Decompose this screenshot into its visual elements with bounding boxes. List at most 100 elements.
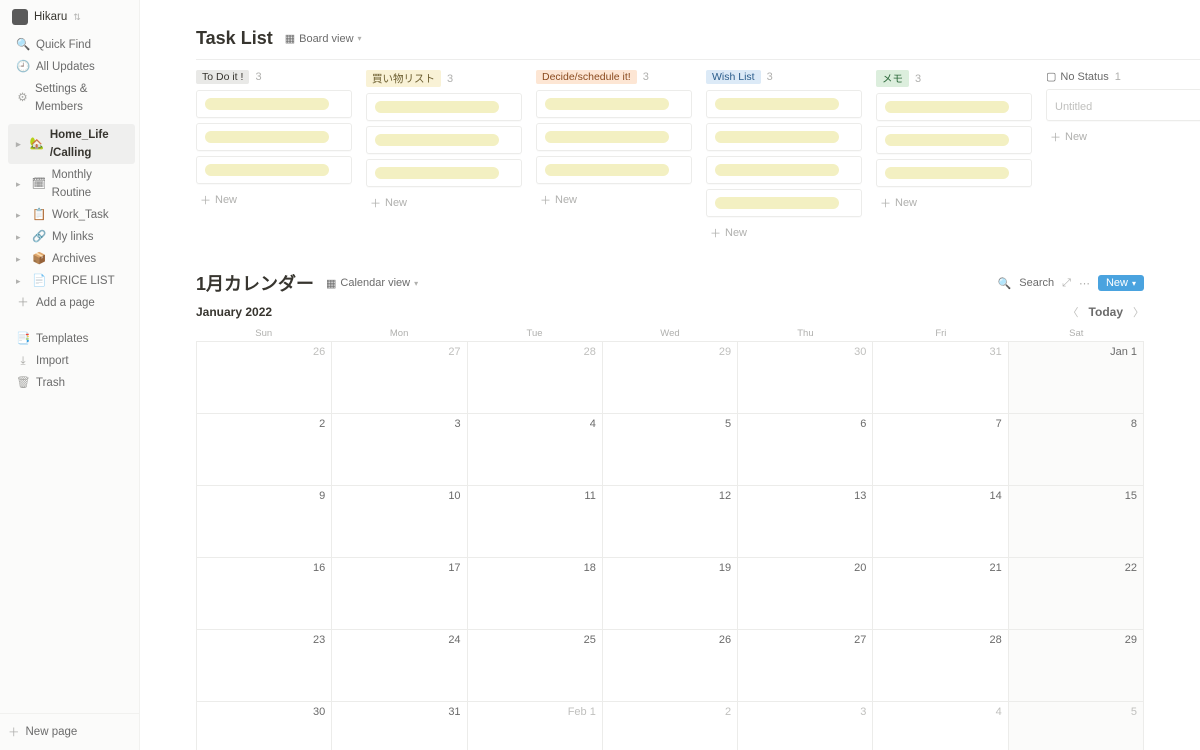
add-card-button[interactable]: ＋New bbox=[196, 189, 352, 211]
calendar-view-selector[interactable]: ▦ Calendar view ▾ bbox=[322, 275, 422, 292]
calendar-cell[interactable]: 17 bbox=[332, 558, 467, 630]
calendar-cell[interactable]: 21 bbox=[873, 558, 1008, 630]
caret-icon[interactable]: ▸ bbox=[16, 175, 26, 193]
calendar-cell[interactable]: 16 bbox=[197, 558, 332, 630]
sidebar-page[interactable]: ▸📋Work_Task bbox=[8, 204, 135, 226]
calendar-cell[interactable]: 3 bbox=[332, 414, 467, 486]
board-card[interactable] bbox=[536, 123, 692, 151]
add-card-button[interactable]: ＋New bbox=[1046, 126, 1200, 148]
calendar-cell[interactable]: 4 bbox=[873, 702, 1008, 750]
board-card[interactable] bbox=[706, 156, 862, 184]
column-header[interactable]: 買い物リスト3 bbox=[366, 70, 522, 87]
calendar-cell[interactable]: 28 bbox=[468, 342, 603, 414]
calendar-cell[interactable]: 4 bbox=[468, 414, 603, 486]
calendar-cell[interactable]: 11 bbox=[468, 486, 603, 558]
column-header[interactable]: Wish List3 bbox=[706, 70, 862, 84]
caret-icon[interactable]: ▸ bbox=[16, 135, 24, 153]
workspace-switcher[interactable]: Hikaru ⇅ bbox=[8, 6, 135, 28]
search-icon[interactable]: 🔍 bbox=[998, 277, 1012, 290]
more-icon[interactable]: ⋯ bbox=[1079, 277, 1090, 290]
board-card[interactable] bbox=[536, 90, 692, 118]
caret-icon[interactable]: ▸ bbox=[16, 250, 26, 268]
tool-trash[interactable]: 🗑Trash bbox=[8, 372, 135, 394]
calendar-cell[interactable]: 20 bbox=[738, 558, 873, 630]
calendar-cell[interactable]: 14 bbox=[873, 486, 1008, 558]
column-header[interactable]: メモ3 bbox=[876, 70, 1032, 87]
add-card-button[interactable]: ＋New bbox=[366, 192, 522, 214]
prev-month-button[interactable]: 〈 bbox=[1068, 304, 1079, 320]
calendar-cell[interactable]: 2 bbox=[197, 414, 332, 486]
calendar-cell[interactable]: Jan 1 bbox=[1009, 342, 1144, 414]
calendar-cell[interactable]: 8 bbox=[1009, 414, 1144, 486]
add-card-button[interactable]: ＋New bbox=[876, 192, 1032, 214]
calendar-cell[interactable]: 30 bbox=[197, 702, 332, 750]
calendar-cell[interactable]: 24 bbox=[332, 630, 467, 702]
add-card-button[interactable]: ＋New bbox=[536, 189, 692, 211]
calendar-cell[interactable]: 29 bbox=[1009, 630, 1144, 702]
new-button[interactable]: New ▾ bbox=[1098, 275, 1144, 291]
board-card[interactable] bbox=[366, 126, 522, 154]
board-card[interactable] bbox=[196, 156, 352, 184]
nav-quick-find[interactable]: 🔍Quick Find bbox=[8, 34, 135, 56]
board-card[interactable] bbox=[196, 123, 352, 151]
caret-icon[interactable]: ▸ bbox=[16, 206, 26, 224]
board-card[interactable] bbox=[706, 123, 862, 151]
calendar-cell[interactable]: 5 bbox=[1009, 702, 1144, 750]
calendar-cell[interactable]: 12 bbox=[603, 486, 738, 558]
calendar-cell[interactable]: 3 bbox=[738, 702, 873, 750]
sidebar-page[interactable]: ▸📄PRICE LIST bbox=[8, 270, 135, 292]
board-card[interactable] bbox=[876, 159, 1032, 187]
tool-import[interactable]: ⤓Import bbox=[8, 350, 135, 372]
board-card[interactable] bbox=[706, 90, 862, 118]
nav-all-updates[interactable]: 🕘All Updates bbox=[8, 56, 135, 78]
sidebar-page[interactable]: ▸🗓Monthly Routine bbox=[8, 164, 135, 204]
board-card[interactable] bbox=[366, 159, 522, 187]
board-card[interactable] bbox=[706, 189, 862, 217]
calendar-cell[interactable]: 31 bbox=[332, 702, 467, 750]
calendar-cell[interactable]: 28 bbox=[873, 630, 1008, 702]
calendar-cell[interactable]: 19 bbox=[603, 558, 738, 630]
calendar-cell[interactable]: 22 bbox=[1009, 558, 1144, 630]
calendar-cell[interactable]: 5 bbox=[603, 414, 738, 486]
column-header[interactable]: ▢No Status1 bbox=[1046, 70, 1200, 83]
calendar-cell[interactable]: 9 bbox=[197, 486, 332, 558]
calendar-cell[interactable]: 31 bbox=[873, 342, 1008, 414]
today-button[interactable]: Today bbox=[1089, 305, 1123, 319]
next-month-button[interactable]: 〉 bbox=[1133, 304, 1144, 320]
caret-icon[interactable]: ▸ bbox=[16, 272, 26, 290]
calendar-cell[interactable]: 25 bbox=[468, 630, 603, 702]
calendar-cell[interactable]: 7 bbox=[873, 414, 1008, 486]
calendar-cell[interactable]: 23 bbox=[197, 630, 332, 702]
nav-settings-members[interactable]: ⚙Settings & Members bbox=[8, 78, 135, 118]
board-card[interactable] bbox=[196, 90, 352, 118]
calendar-cell[interactable]: 15 bbox=[1009, 486, 1144, 558]
calendar-cell[interactable]: 27 bbox=[738, 630, 873, 702]
sidebar-page[interactable]: ▸🔗My links bbox=[8, 226, 135, 248]
calendar-cell[interactable]: 29 bbox=[603, 342, 738, 414]
calendar-cell[interactable]: 30 bbox=[738, 342, 873, 414]
search-label[interactable]: Search bbox=[1019, 277, 1054, 289]
sidebar-page[interactable]: ▸🏡Home_Life /Calling bbox=[8, 124, 135, 164]
caret-icon[interactable]: ▸ bbox=[16, 228, 26, 246]
calendar-cell[interactable]: 26 bbox=[197, 342, 332, 414]
calendar-cell[interactable]: Feb 1 bbox=[468, 702, 603, 750]
expand-icon[interactable]: ⤢ bbox=[1062, 277, 1071, 290]
board-card[interactable] bbox=[536, 156, 692, 184]
calendar-cell[interactable]: 13 bbox=[738, 486, 873, 558]
calendar-cell[interactable]: 27 bbox=[332, 342, 467, 414]
board-card[interactable] bbox=[876, 93, 1032, 121]
new-page-button[interactable]: ＋ New page bbox=[0, 713, 139, 750]
tool-templates[interactable]: 📑Templates bbox=[8, 328, 135, 350]
calendar-cell[interactable]: 2 bbox=[603, 702, 738, 750]
board-card[interactable] bbox=[876, 126, 1032, 154]
board-card[interactable]: Untitled bbox=[1046, 89, 1200, 121]
column-header[interactable]: To Do it !3 bbox=[196, 70, 352, 84]
calendar-cell[interactable]: 6 bbox=[738, 414, 873, 486]
calendar-cell[interactable]: 26 bbox=[603, 630, 738, 702]
column-header[interactable]: Decide/schedule it!3 bbox=[536, 70, 692, 84]
add-a-page[interactable]: ＋ Add a page bbox=[8, 292, 135, 314]
board-card[interactable] bbox=[366, 93, 522, 121]
calendar-cell[interactable]: 10 bbox=[332, 486, 467, 558]
add-card-button[interactable]: ＋New bbox=[706, 222, 862, 244]
calendar-cell[interactable]: 18 bbox=[468, 558, 603, 630]
